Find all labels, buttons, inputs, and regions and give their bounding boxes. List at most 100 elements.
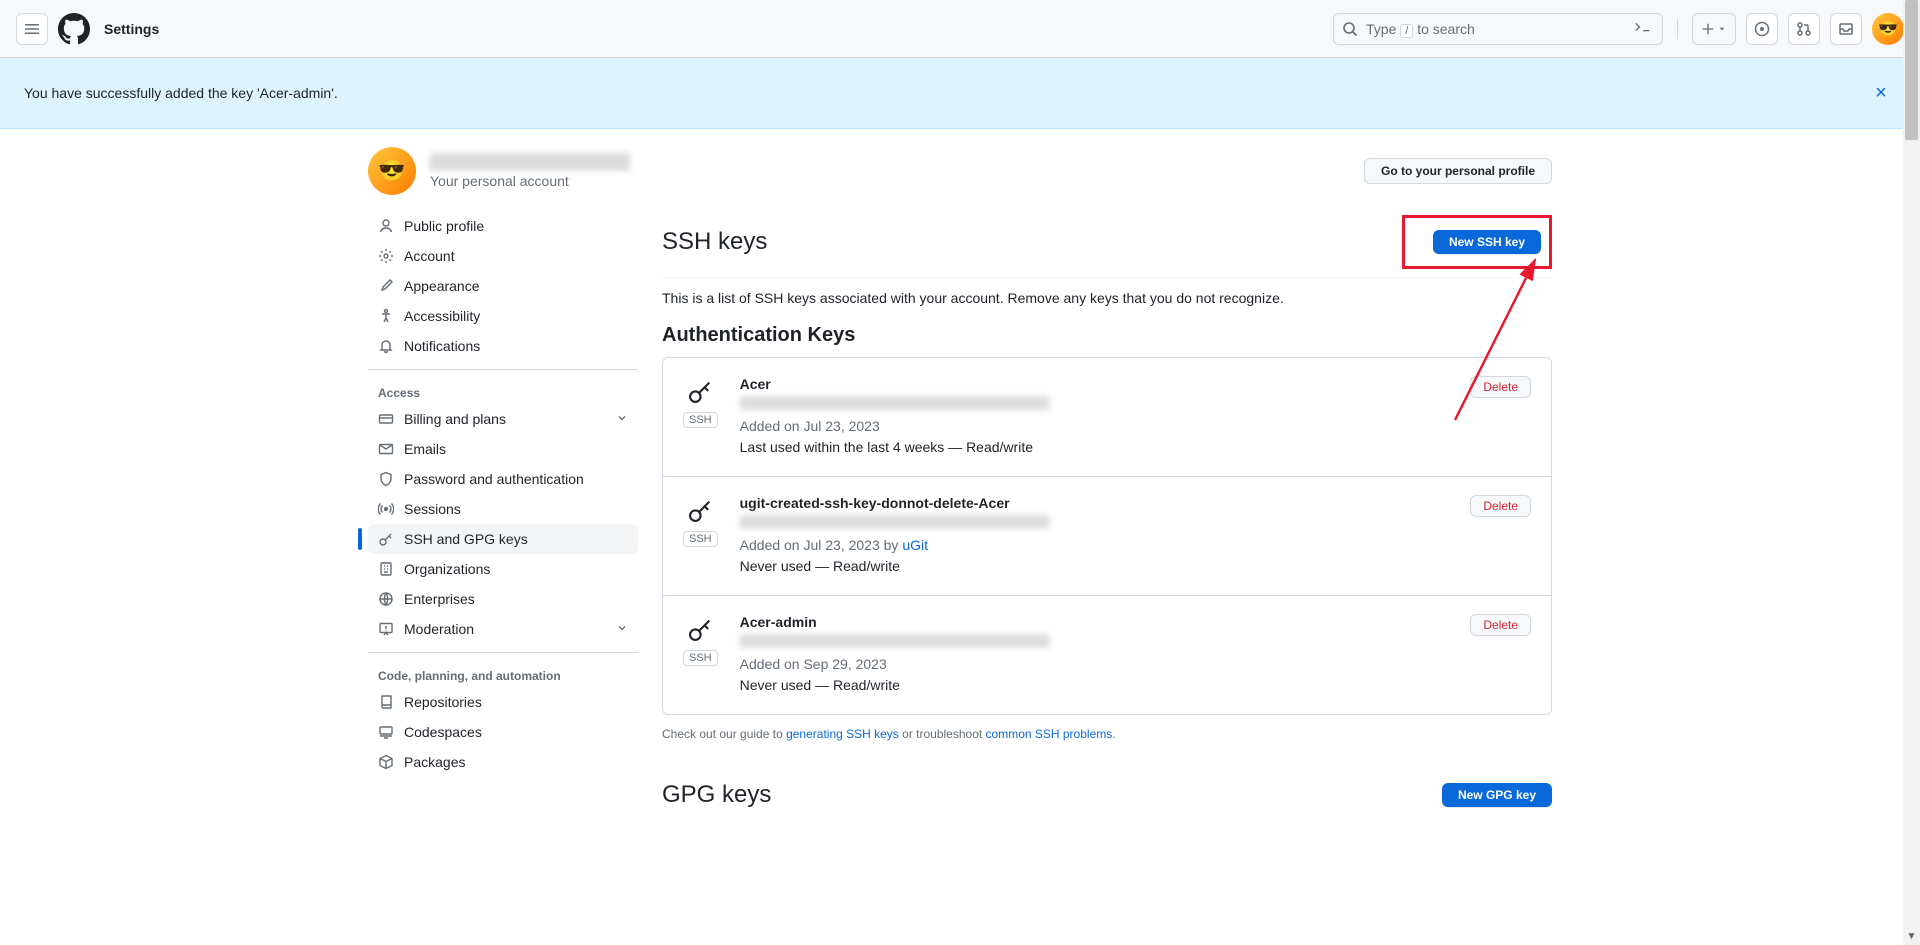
sidebar-item-account[interactable]: Account <box>368 241 638 271</box>
caret-down-icon <box>1717 24 1727 34</box>
sidebar-item-repositories[interactable]: Repositories <box>368 687 638 717</box>
sidebar-item-packages[interactable]: Packages <box>368 747 638 777</box>
organization-icon <box>378 561 394 577</box>
key-usage: Never used — Read/write <box>740 556 1449 577</box>
annotation-highlight: New SSH key <box>1402 215 1552 269</box>
notifications-button[interactable] <box>1830 13 1862 45</box>
sidebar-item-notifications[interactable]: Notifications <box>368 331 638 361</box>
search-input[interactable]: Type / to search <box>1333 13 1663 45</box>
new-ssh-key-button[interactable]: New SSH key <box>1433 230 1541 254</box>
flash-close-button[interactable]: × <box>1866 78 1896 108</box>
delete-key-button[interactable]: Delete <box>1470 376 1531 398</box>
sidebar-item-public-profile[interactable]: Public profile <box>368 211 638 241</box>
key-usage: Never used — Read/write <box>740 675 1449 696</box>
generating-ssh-keys-link[interactable]: generating SSH keys <box>786 727 899 741</box>
sidebar-item-sessions[interactable]: Sessions <box>368 494 638 524</box>
sidebar-item-codespaces[interactable]: Codespaces <box>368 717 638 747</box>
sidebar-item-organizations[interactable]: Organizations <box>368 554 638 584</box>
profile-header: 😎 Your personal account Go to your perso… <box>368 129 1552 203</box>
codespaces-icon <box>378 724 394 740</box>
gpg-section-title: GPG keys <box>662 781 771 809</box>
ssh-badge: SSH <box>683 412 718 428</box>
issues-button[interactable] <box>1746 13 1778 45</box>
chevron-down-icon <box>616 621 628 637</box>
sidebar-header-access: Access <box>368 378 638 404</box>
package-icon <box>378 754 394 770</box>
ssh-description: This is a list of SSH keys associated wi… <box>662 290 1552 306</box>
issues-icon <box>1754 21 1770 37</box>
gear-icon <box>378 248 394 264</box>
bell-icon <box>378 338 394 354</box>
key-name: Acer <box>740 376 1449 392</box>
profile-username <box>430 153 630 171</box>
key-added: Added on Sep 29, 2023 <box>740 654 1449 675</box>
hamburger-icon <box>24 21 40 37</box>
sidebar-item-ssh-gpg[interactable]: SSH and GPG keys <box>368 524 638 554</box>
key-fingerprint <box>740 396 1050 410</box>
ssh-footer-text: Check out our guide to generating SSH ke… <box>662 727 1552 741</box>
flash-message: You have successfully added the key 'Ace… <box>24 85 338 101</box>
delete-key-button[interactable]: Delete <box>1470 495 1531 517</box>
new-gpg-key-button[interactable]: New GPG key <box>1442 783 1552 807</box>
success-flash: You have successfully added the key 'Ace… <box>0 58 1920 129</box>
key-name: Acer-admin <box>740 614 1449 630</box>
auth-keys-title: Authentication Keys <box>662 324 1552 347</box>
key-icon <box>686 497 714 525</box>
create-new-button[interactable] <box>1692 13 1736 45</box>
ssh-key-item: SSH Acer Added on Jul 23, 2023 Last used… <box>663 358 1551 477</box>
pull-requests-button[interactable] <box>1788 13 1820 45</box>
chevron-down-icon <box>616 411 628 427</box>
hamburger-menu-button[interactable] <box>16 13 48 45</box>
plus-icon <box>1701 22 1715 36</box>
broadcast-icon <box>378 501 394 517</box>
sidebar-header-code: Code, planning, and automation <box>368 661 638 687</box>
credit-card-icon <box>378 411 394 427</box>
accessibility-icon <box>378 308 394 324</box>
search-placeholder: Type / to search <box>1366 21 1626 37</box>
ssh-key-item: SSH ugit-created-ssh-key-donnot-delete-A… <box>663 477 1551 596</box>
ssh-badge: SSH <box>683 531 718 547</box>
globe-icon <box>378 591 394 607</box>
sidebar-item-password[interactable]: Password and authentication <box>368 464 638 494</box>
profile-subtitle: Your personal account <box>430 173 630 189</box>
key-icon <box>686 378 714 406</box>
paintbrush-icon <box>378 278 394 294</box>
sidebar-item-appearance[interactable]: Appearance <box>368 271 638 301</box>
user-avatar[interactable]: 😎 <box>1872 13 1904 45</box>
sidebar-item-moderation[interactable]: Moderation <box>368 614 638 644</box>
shield-icon <box>378 471 394 487</box>
repo-icon <box>378 694 394 710</box>
command-palette-icon <box>1634 19 1654 38</box>
key-added: Added on Jul 23, 2023 by uGit <box>740 535 1449 556</box>
sidebar-item-billing[interactable]: Billing and plans <box>368 404 638 434</box>
settings-sidebar: Public profile Account Appearance Access… <box>368 203 638 869</box>
ssh-key-item: SSH Acer-admin Added on Sep 29, 2023 Nev… <box>663 596 1551 714</box>
profile-avatar[interactable]: 😎 <box>368 147 416 195</box>
scrollbar-thumb[interactable] <box>1905 0 1918 140</box>
key-fingerprint <box>740 634 1050 648</box>
mail-icon <box>378 441 394 457</box>
inbox-icon <box>1838 21 1854 37</box>
sidebar-item-enterprises[interactable]: Enterprises <box>368 584 638 614</box>
key-added: Added on Jul 23, 2023 <box>740 416 1449 437</box>
github-logo[interactable] <box>58 13 90 45</box>
divider <box>1677 19 1678 39</box>
ssh-section-title: SSH keys <box>662 228 767 256</box>
ugit-link[interactable]: uGit <box>902 537 928 553</box>
search-icon <box>1342 21 1358 37</box>
go-to-profile-button[interactable]: Go to your personal profile <box>1364 158 1552 184</box>
key-icon <box>378 531 394 547</box>
ssh-keys-list: SSH Acer Added on Jul 23, 2023 Last used… <box>662 357 1552 715</box>
key-fingerprint <box>740 515 1050 529</box>
pull-request-icon <box>1796 21 1812 37</box>
sidebar-item-emails[interactable]: Emails <box>368 434 638 464</box>
ssh-badge: SSH <box>683 650 718 666</box>
scrollbar[interactable]: ▲ ▼ <box>1903 0 1920 945</box>
scroll-down-arrow[interactable]: ▼ <box>1903 928 1920 945</box>
key-icon <box>686 616 714 644</box>
sidebar-item-accessibility[interactable]: Accessibility <box>368 301 638 331</box>
key-name: ugit-created-ssh-key-donnot-delete-Acer <box>740 495 1449 511</box>
common-ssh-problems-link[interactable]: common SSH problems <box>986 727 1113 741</box>
main-content: SSH keys New SSH key This is a list of S… <box>662 203 1552 869</box>
delete-key-button[interactable]: Delete <box>1470 614 1531 636</box>
